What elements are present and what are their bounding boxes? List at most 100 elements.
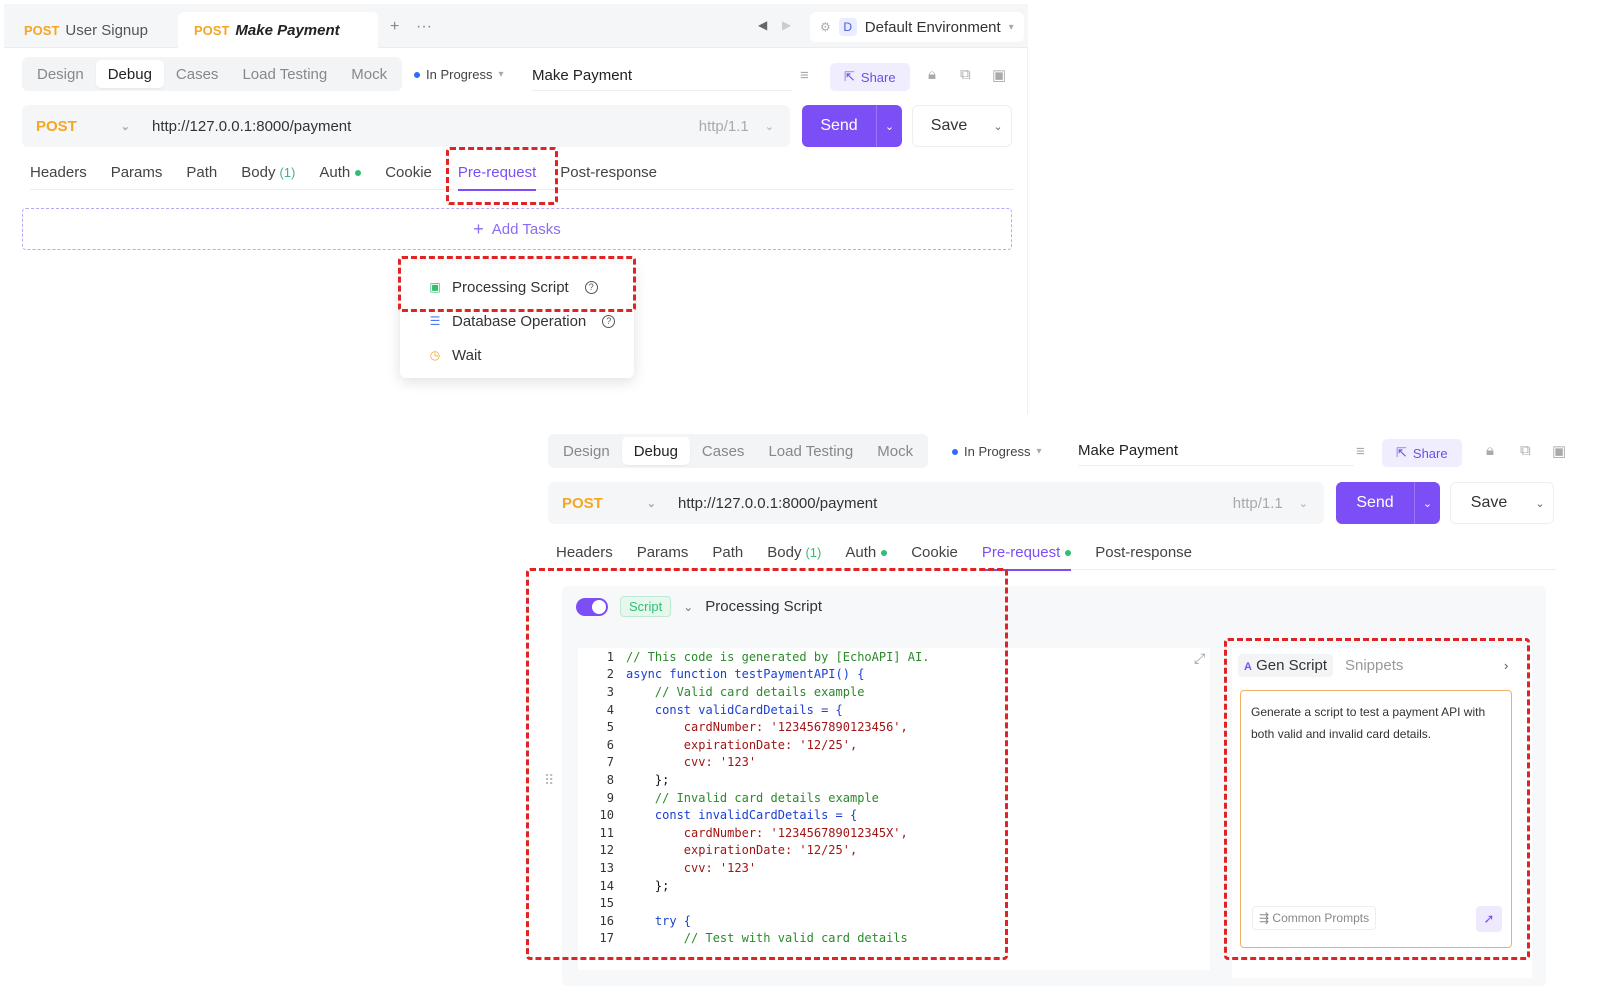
- code-line: 14 };: [599, 878, 670, 893]
- menu-item-database-operation[interactable]: ☰ Database Operation ?: [400, 304, 634, 338]
- tab-path[interactable]: Path: [712, 536, 743, 570]
- environment-selector[interactable]: ⚙ D Default Environment ▾: [810, 12, 1024, 42]
- request-tab-label: Make Payment: [235, 21, 340, 39]
- api-name-input[interactable]: Make Payment: [1078, 442, 1354, 466]
- chevron-down-icon[interactable]: ⌄: [1414, 482, 1440, 524]
- menu-item-processing-script[interactable]: ▣ Processing Script ?: [400, 270, 634, 304]
- tab-gen-script[interactable]: A Gen Script: [1238, 654, 1333, 677]
- protocol-select[interactable]: http/1.1 ⌄: [699, 118, 790, 135]
- method-select[interactable]: POST ⌄: [548, 495, 668, 512]
- chevron-down-icon[interactable]: ⌄: [1527, 497, 1553, 510]
- tab-pre-request[interactable]: Pre-request: [981, 536, 1072, 571]
- archive-icon[interactable]: ▣: [1552, 442, 1566, 460]
- api-name-input[interactable]: Make Payment: [532, 67, 792, 91]
- tab-headers[interactable]: Headers: [30, 156, 87, 190]
- send-button[interactable]: Send ⌄: [1336, 482, 1440, 524]
- chevron-down-icon: ⌄: [120, 120, 130, 133]
- bottom-screenshot-panel: Design Debug Cases Load Testing Mock In …: [526, 430, 1600, 1000]
- status-selector[interactable]: In Progress ▾: [952, 444, 1042, 459]
- request-tab-user-signup[interactable]: POST User Signup: [8, 12, 164, 48]
- chevron-down-icon[interactable]: ⌄: [876, 105, 902, 147]
- script-icon: ▣: [429, 280, 441, 294]
- mode-load-testing[interactable]: Load Testing: [230, 60, 339, 88]
- url-bar: POST ⌄ http://127.0.0.1:8000/payment htt…: [548, 482, 1324, 524]
- task-enable-toggle[interactable]: [576, 597, 608, 616]
- tab-body[interactable]: Body (1): [767, 536, 821, 570]
- format-icon[interactable]: ≡: [1356, 443, 1365, 460]
- chevron-right-icon[interactable]: ▶: [782, 18, 791, 32]
- save-label: Save: [930, 117, 968, 134]
- code-line: 12 expirationDate: '12/25',: [599, 843, 858, 858]
- save-button[interactable]: Save ⌄: [912, 105, 1012, 147]
- tab-post-response[interactable]: Post-response: [560, 156, 657, 190]
- method-select[interactable]: POST ⌄: [22, 118, 142, 135]
- code-line: 9 // Invalid card details example: [606, 790, 879, 805]
- plus-icon[interactable]: +: [390, 18, 399, 36]
- mode-load-testing[interactable]: Load Testing: [756, 437, 865, 465]
- tab-body[interactable]: Body (1): [241, 156, 295, 190]
- request-tab-make-payment[interactable]: POST Make Payment: [178, 12, 378, 48]
- status-selector[interactable]: In Progress ▾: [414, 67, 504, 82]
- task-header: Script ⌄ Processing Script: [576, 596, 822, 617]
- copy-icon[interactable]: ⧉: [1520, 442, 1531, 459]
- mode-design[interactable]: Design: [25, 60, 96, 88]
- tab-params[interactable]: Params: [637, 536, 689, 570]
- chevron-down-icon: ▾: [1036, 446, 1042, 457]
- chevron-down-icon[interactable]: ⌄: [683, 600, 693, 614]
- archive-icon[interactable]: ▣: [992, 66, 1006, 84]
- protocol-select[interactable]: http/1.1 ⌄: [1233, 495, 1324, 512]
- tab-pre-request[interactable]: Pre-request: [457, 156, 537, 191]
- mode-mock[interactable]: Mock: [339, 60, 399, 88]
- share-button[interactable]: ⇱ Share: [830, 63, 910, 91]
- menu-item-wait[interactable]: ◷ Wait: [400, 338, 634, 372]
- more-icon[interactable]: ···: [416, 18, 432, 36]
- tab-headers[interactable]: Headers: [556, 536, 613, 570]
- lock-icon[interactable]: 🔒︎: [928, 66, 936, 83]
- tab-auth[interactable]: Auth: [319, 156, 362, 190]
- mode-debug[interactable]: Debug: [95, 60, 164, 88]
- mode-design[interactable]: Design: [551, 437, 622, 465]
- help-icon[interactable]: ?: [584, 280, 598, 294]
- share-button[interactable]: ⇱ Share: [1382, 439, 1462, 467]
- help-icon[interactable]: ?: [602, 314, 616, 328]
- chevron-down-icon[interactable]: ⌄: [985, 120, 1011, 133]
- mode-debug[interactable]: Debug: [621, 437, 690, 465]
- tab-cookie[interactable]: Cookie: [385, 156, 432, 190]
- code-line: 8 };: [606, 772, 670, 787]
- format-icon[interactable]: ≡: [800, 67, 809, 84]
- url-input[interactable]: http://127.0.0.1:8000/payment: [142, 118, 699, 135]
- code-line: 6 expirationDate: '12/25',: [606, 737, 858, 752]
- common-prompts-label: Common Prompts: [1272, 911, 1370, 925]
- tab-params[interactable]: Params: [111, 156, 163, 190]
- tab-path[interactable]: Path: [186, 156, 217, 190]
- tab-auth[interactable]: Auth: [845, 536, 888, 570]
- lock-icon[interactable]: 🔒︎: [1486, 442, 1494, 459]
- rocket-icon[interactable]: ➚: [1476, 906, 1502, 932]
- send-button[interactable]: Send ⌄: [802, 105, 902, 147]
- method-label: POST: [562, 494, 603, 512]
- request-sub-tabs: Headers Params Path Body (1) Auth Cookie…: [556, 536, 1556, 571]
- mode-mock[interactable]: Mock: [865, 437, 925, 465]
- url-input[interactable]: http://127.0.0.1:8000/payment: [668, 495, 1233, 512]
- tab-cookie[interactable]: Cookie: [911, 536, 958, 570]
- mode-cases[interactable]: Cases: [164, 60, 231, 88]
- common-prompts-button[interactable]: ⇶ Common Prompts: [1252, 906, 1377, 930]
- code-line: 4 const validCardDetails = {: [606, 702, 843, 717]
- tab-auth-label: Auth: [845, 544, 877, 561]
- add-tasks-button[interactable]: + Add Tasks: [22, 208, 1012, 250]
- chevron-right-icon[interactable]: ›: [1504, 658, 1508, 673]
- copy-icon[interactable]: ⧉: [960, 66, 971, 83]
- ai-prompt-text: Generate a script to test a payment API …: [1251, 705, 1486, 741]
- request-sub-tabs: Headers Params Path Body (1) Auth Cookie…: [30, 156, 1014, 191]
- tab-post-response[interactable]: Post-response: [1095, 536, 1192, 570]
- mode-cases[interactable]: Cases: [690, 437, 757, 465]
- code-editor[interactable]: 1// This code is generated by [EchoAPI] …: [578, 648, 1210, 970]
- chevron-left-icon[interactable]: ◀: [758, 18, 767, 32]
- code-line: 16 try {: [599, 913, 692, 928]
- tab-body-label: Body: [241, 164, 276, 181]
- save-button[interactable]: Save ⌄: [1450, 482, 1554, 524]
- request-tabs-bar: POST User Signup POST Make Payment + ···…: [4, 4, 1028, 48]
- tab-snippets[interactable]: Snippets: [1339, 654, 1409, 677]
- drag-handle-icon[interactable]: ⠿: [544, 772, 554, 789]
- expand-icon[interactable]: ⤢: [1194, 650, 1205, 667]
